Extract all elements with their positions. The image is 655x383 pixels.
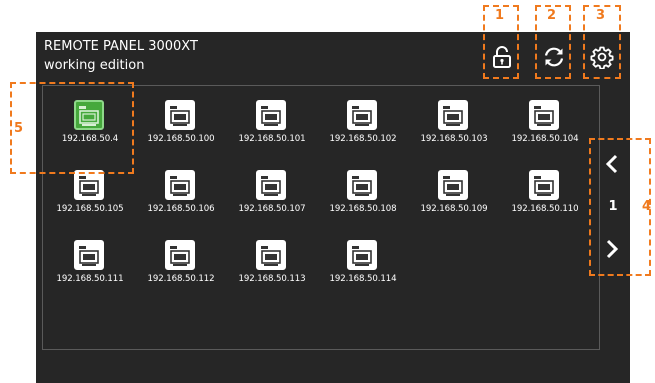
device-icon	[165, 100, 195, 130]
app-title: REMOTE PANEL 3000XT	[44, 39, 198, 54]
device-ip-label: 192.168.50.107	[238, 204, 306, 214]
device-icon	[529, 100, 559, 130]
device-tile[interactable]: 192.168.50.114	[317, 232, 409, 290]
device-icon	[256, 240, 286, 270]
device-tile[interactable]: 192.168.50.111	[44, 232, 136, 290]
device-ip-label: 192.168.50.102	[329, 134, 397, 144]
device-ip-label: 192.168.50.109	[420, 204, 488, 214]
callout-number-5: 5	[14, 121, 24, 136]
device-icon	[74, 170, 104, 200]
device-ip-label: 192.168.50.105	[56, 204, 124, 214]
device-icon	[165, 240, 195, 270]
device-ip-label: 192.168.50.114	[329, 274, 397, 284]
device-ip-label: 192.168.50.103	[420, 134, 488, 144]
device-icon	[347, 170, 377, 200]
device-ip-label: 192.168.50.100	[147, 134, 215, 144]
device-tile[interactable]: 192.168.50.100	[135, 92, 227, 150]
device-ip-label: 192.168.50.106	[147, 204, 215, 214]
callout-number-1: 1	[495, 8, 505, 23]
device-icon	[438, 170, 468, 200]
device-ip-label: 192.168.50.112	[147, 274, 215, 284]
device-icon	[256, 100, 286, 130]
device-tile[interactable]: 192.168.50.108	[317, 162, 409, 220]
device-icon	[347, 240, 377, 270]
device-tile[interactable]: 192.168.50.103	[408, 92, 500, 150]
device-tile[interactable]: 192.168.50.102	[317, 92, 409, 150]
device-ip-label: 192.168.50.110	[511, 204, 579, 214]
device-ip-label: 192.168.50.104	[511, 134, 579, 144]
device-tile[interactable]: 192.168.50.109	[408, 162, 500, 220]
device-tile[interactable]: 192.168.50.113	[226, 232, 318, 290]
device-icon	[165, 170, 195, 200]
callout-number-2: 2	[547, 8, 557, 23]
device-icon	[74, 240, 104, 270]
device-icon	[529, 170, 559, 200]
device-tile[interactable]: 192.168.50.106	[135, 162, 227, 220]
device-tile[interactable]: 192.168.50.110	[499, 162, 591, 220]
app-subtitle: working edition	[44, 58, 145, 73]
device-ip-label: 192.168.50.108	[329, 204, 397, 214]
callout-number-3: 3	[596, 8, 606, 23]
device-icon	[347, 100, 377, 130]
device-icon	[438, 100, 468, 130]
device-icon	[256, 170, 286, 200]
callout-box-5	[10, 82, 134, 174]
device-tile[interactable]: 192.168.50.112	[135, 232, 227, 290]
callout-number-4: 4	[642, 199, 652, 214]
device-ip-label: 192.168.50.111	[56, 274, 124, 284]
device-tile[interactable]: 192.168.50.101	[226, 92, 318, 150]
device-ip-label: 192.168.50.113	[238, 274, 306, 284]
device-ip-label: 192.168.50.101	[238, 134, 306, 144]
device-tile[interactable]: 192.168.50.104	[499, 92, 591, 150]
device-tile[interactable]: 192.168.50.107	[226, 162, 318, 220]
